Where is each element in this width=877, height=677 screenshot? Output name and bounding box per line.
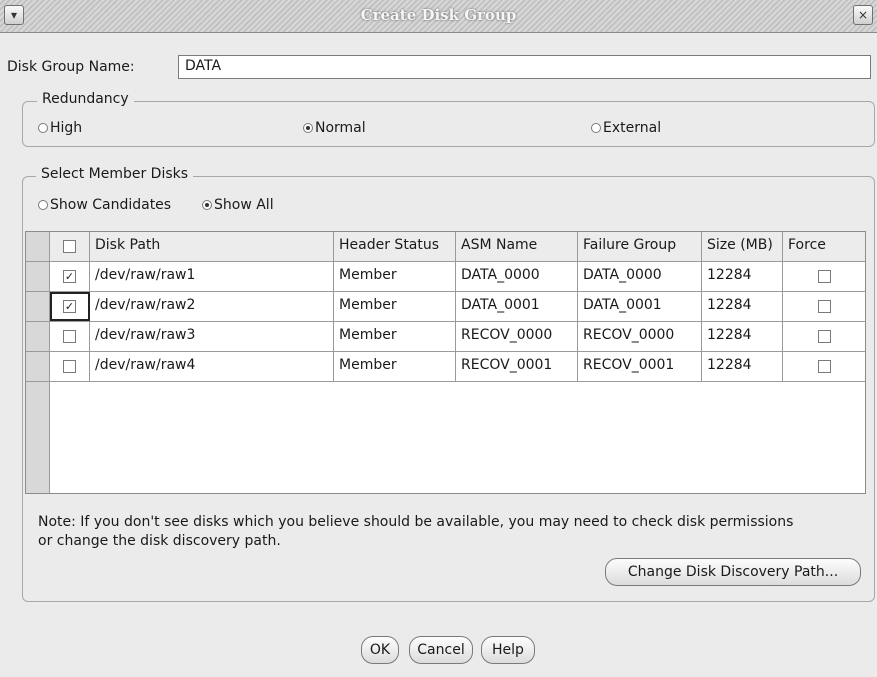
force-cell[interactable] bbox=[783, 322, 865, 351]
row-header[interactable] bbox=[26, 352, 50, 382]
size-cell: 12284 bbox=[702, 262, 783, 291]
radio-show-candidates-indicator bbox=[38, 200, 48, 210]
force-checkbox[interactable] bbox=[817, 360, 831, 373]
radio-normal[interactable]: Normal bbox=[303, 120, 366, 136]
window-title: Create Disk Group bbox=[360, 6, 517, 24]
redundancy-group bbox=[22, 101, 875, 147]
row-select-cell[interactable]: ✓ bbox=[50, 262, 90, 291]
radio-high-label: High bbox=[50, 120, 83, 136]
select-all-cell[interactable] bbox=[50, 232, 90, 261]
redundancy-legend: Redundancy bbox=[37, 91, 134, 107]
row-header[interactable] bbox=[26, 262, 50, 292]
row-header[interactable] bbox=[26, 322, 50, 352]
column-header-failure-group[interactable]: Failure Group bbox=[578, 232, 702, 261]
radio-show-all[interactable]: Show All bbox=[202, 197, 274, 213]
close-icon[interactable]: × bbox=[853, 5, 873, 25]
size-cell: 12284 bbox=[702, 352, 783, 381]
title-bar[interactable]: ▾ Create Disk Group × bbox=[0, 0, 877, 33]
asm-name-cell: RECOV_0001 bbox=[456, 352, 578, 381]
asm-name-cell: RECOV_0000 bbox=[456, 322, 578, 351]
radio-external-label: External bbox=[603, 120, 662, 136]
size-cell: 12284 bbox=[702, 292, 783, 321]
select-all-checkbox[interactable] bbox=[63, 240, 76, 253]
force-cell[interactable] bbox=[783, 292, 865, 321]
disk-group-name-label: Disk Group Name: bbox=[7, 59, 135, 75]
force-cell[interactable] bbox=[783, 262, 865, 291]
member-disks-table[interactable]: Disk Path Header Status ASM Name Failure… bbox=[25, 231, 866, 494]
radio-show-candidates[interactable]: Show Candidates bbox=[38, 197, 171, 213]
force-cell[interactable] bbox=[783, 352, 865, 381]
row-select-checkbox[interactable]: ✓ bbox=[63, 300, 76, 313]
radio-external[interactable]: External bbox=[591, 120, 661, 136]
row-select-checkbox[interactable] bbox=[63, 330, 76, 343]
radio-show-all-label: Show All bbox=[214, 197, 274, 213]
asm-name-cell: DATA_0000 bbox=[456, 262, 578, 291]
force-checkbox[interactable] bbox=[817, 300, 831, 313]
header-status-cell: Member bbox=[334, 292, 456, 321]
size-cell: 12284 bbox=[702, 322, 783, 351]
force-checkbox[interactable] bbox=[817, 330, 831, 343]
table-row[interactable]: /dev/raw/raw3 Member RECOV_0000 RECOV_00… bbox=[50, 322, 865, 352]
header-status-cell: Member bbox=[334, 352, 456, 381]
radio-normal-indicator bbox=[303, 123, 313, 133]
radio-external-indicator bbox=[591, 123, 601, 133]
member-disks-legend: Select Member Disks bbox=[36, 166, 194, 182]
header-status-cell: Member bbox=[334, 262, 456, 291]
disk-path-cell: /dev/raw/raw1 bbox=[90, 262, 334, 291]
column-header-disk-path[interactable]: Disk Path bbox=[90, 232, 334, 261]
column-header-force[interactable]: Force bbox=[783, 232, 865, 261]
asm-name-cell: DATA_0001 bbox=[456, 292, 578, 321]
row-header-column bbox=[26, 232, 50, 493]
row-select-cell[interactable] bbox=[50, 352, 90, 381]
row-select-checkbox[interactable] bbox=[63, 360, 76, 373]
table-row[interactable]: ✓ /dev/raw/raw1 Member DATA_0000 DATA_00… bbox=[50, 262, 865, 292]
radio-normal-label: Normal bbox=[315, 120, 366, 136]
column-header-asm-name[interactable]: ASM Name bbox=[456, 232, 578, 261]
force-checkbox[interactable] bbox=[817, 270, 831, 283]
radio-show-candidates-label: Show Candidates bbox=[50, 197, 172, 213]
failure-group-cell[interactable]: RECOV_0001 bbox=[578, 352, 702, 381]
help-button[interactable]: Help bbox=[481, 636, 535, 664]
column-header-size[interactable]: Size (MB) bbox=[702, 232, 783, 261]
change-disk-discovery-path-button[interactable]: Change Disk Discovery Path... bbox=[605, 558, 861, 586]
radio-high[interactable]: High bbox=[38, 120, 82, 136]
table-header-row: Disk Path Header Status ASM Name Failure… bbox=[50, 232, 865, 262]
table-row[interactable]: ✓ /dev/raw/raw2 Member DATA_0001 DATA_00… bbox=[50, 292, 865, 322]
failure-group-cell[interactable]: DATA_0001 bbox=[578, 292, 702, 321]
failure-group-cell[interactable]: RECOV_0000 bbox=[578, 322, 702, 351]
ok-button[interactable]: OK bbox=[361, 636, 399, 664]
create-disk-group-dialog: ▾ Create Disk Group × Disk Group Name: D… bbox=[0, 0, 877, 677]
row-select-cell[interactable] bbox=[50, 322, 90, 351]
row-header[interactable] bbox=[26, 292, 50, 322]
disk-path-cell: /dev/raw/raw2 bbox=[90, 292, 334, 321]
row-header-corner bbox=[26, 232, 50, 262]
table-row[interactable]: /dev/raw/raw4 Member RECOV_0001 RECOV_00… bbox=[50, 352, 865, 382]
failure-group-cell[interactable]: DATA_0000 bbox=[578, 262, 702, 291]
cancel-button[interactable]: Cancel bbox=[409, 636, 473, 664]
radio-show-all-indicator bbox=[202, 200, 212, 210]
column-header-header-status[interactable]: Header Status bbox=[334, 232, 456, 261]
radio-high-indicator bbox=[38, 123, 48, 133]
disk-path-cell: /dev/raw/raw3 bbox=[90, 322, 334, 351]
disk-path-cell: /dev/raw/raw4 bbox=[90, 352, 334, 381]
disk-group-name-input[interactable]: DATA bbox=[178, 55, 871, 79]
header-status-cell: Member bbox=[334, 322, 456, 351]
row-select-checkbox[interactable]: ✓ bbox=[63, 270, 76, 283]
row-select-cell[interactable]: ✓ bbox=[50, 292, 90, 321]
discovery-note: Note: If you don't see disks which you b… bbox=[38, 514, 794, 549]
